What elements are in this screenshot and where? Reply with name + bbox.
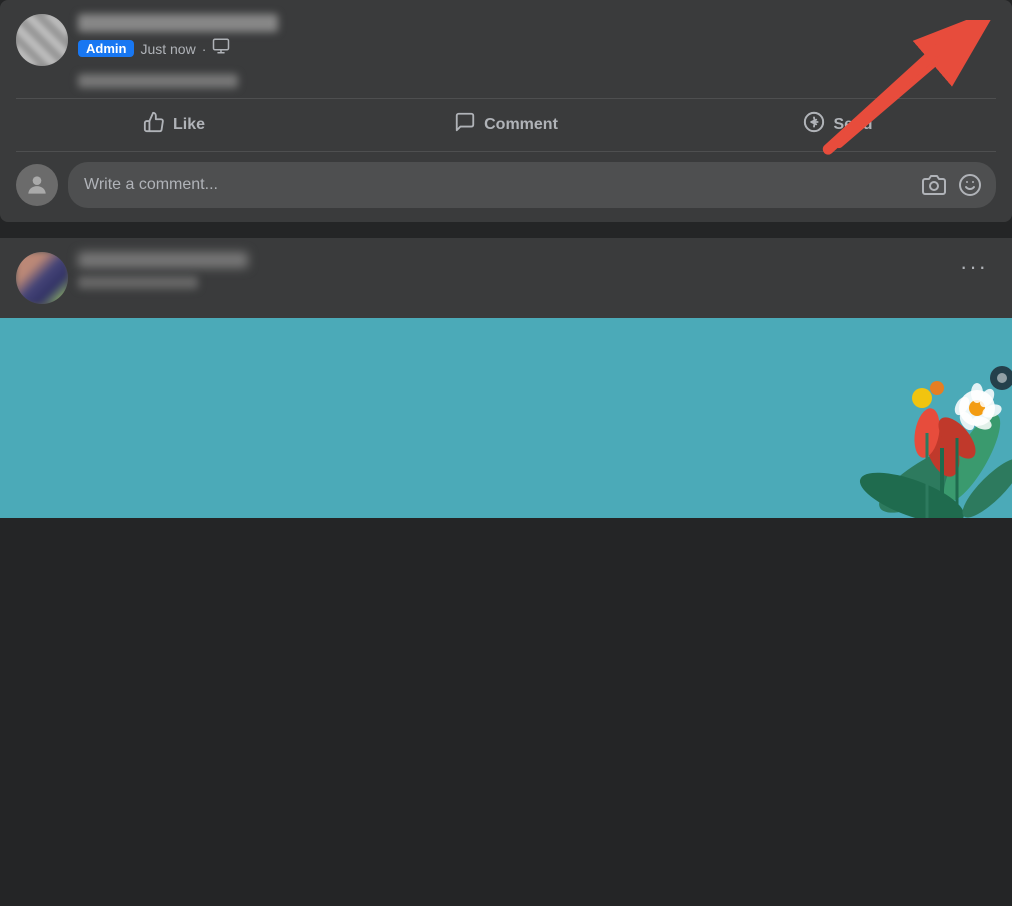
post-user-info: Admin Just now · <box>78 14 278 60</box>
avatar2-image <box>16 252 68 304</box>
post-card-1: Admin Just now · ··· <box>0 0 1012 222</box>
comment-label: Comment <box>484 116 558 134</box>
post-sub-text <box>0 74 1012 98</box>
camera-icon <box>922 173 946 197</box>
privacy-icon: · <box>202 41 207 57</box>
like-icon <box>143 111 165 139</box>
avatar-image <box>16 14 68 66</box>
post-header-left: Admin Just now · <box>16 14 278 66</box>
post2-left <box>16 252 248 304</box>
post2-banner-image <box>0 318 1012 518</box>
more-options-button[interactable]: ··· <box>952 14 996 44</box>
send-icon <box>803 111 825 139</box>
post-time: Just now <box>140 41 195 57</box>
user-silhouette-icon <box>24 172 50 198</box>
admin-badge: Admin <box>78 40 134 57</box>
comment-area: Write a comment... <box>0 152 1012 222</box>
emoji-icon <box>958 173 982 197</box>
comment-input-area[interactable]: Write a comment... <box>68 162 996 208</box>
post-subtitle <box>78 74 238 88</box>
camera-button[interactable] <box>920 171 948 199</box>
user-name <box>78 14 278 32</box>
comment-icon <box>454 111 476 139</box>
post-header: Admin Just now · ··· <box>0 0 1012 74</box>
send-button[interactable]: Send <box>672 103 1004 147</box>
post2-header: ··· <box>0 238 1012 304</box>
commenter-avatar <box>16 164 58 206</box>
post2-info <box>78 252 248 289</box>
floral-decoration <box>632 318 1012 518</box>
card-separator <box>0 222 1012 230</box>
post-actions: Like Comment <box>0 99 1012 151</box>
privacy-symbol <box>212 37 230 60</box>
comment-button[interactable]: Comment <box>340 103 672 147</box>
like-label: Like <box>173 116 205 134</box>
post-meta: Admin Just now · <box>78 37 278 60</box>
post2-username <box>78 252 248 268</box>
comment-placeholder: Write a comment... <box>84 176 912 194</box>
emoji-button[interactable] <box>956 171 984 199</box>
avatar2 <box>16 252 68 304</box>
post-card-2: ··· <box>0 238 1012 518</box>
like-button[interactable]: Like <box>8 103 340 147</box>
post2-more-options-button[interactable]: ··· <box>952 252 996 282</box>
post2-subtitle <box>78 276 198 289</box>
avatar <box>16 14 68 66</box>
send-label: Send <box>833 116 872 134</box>
